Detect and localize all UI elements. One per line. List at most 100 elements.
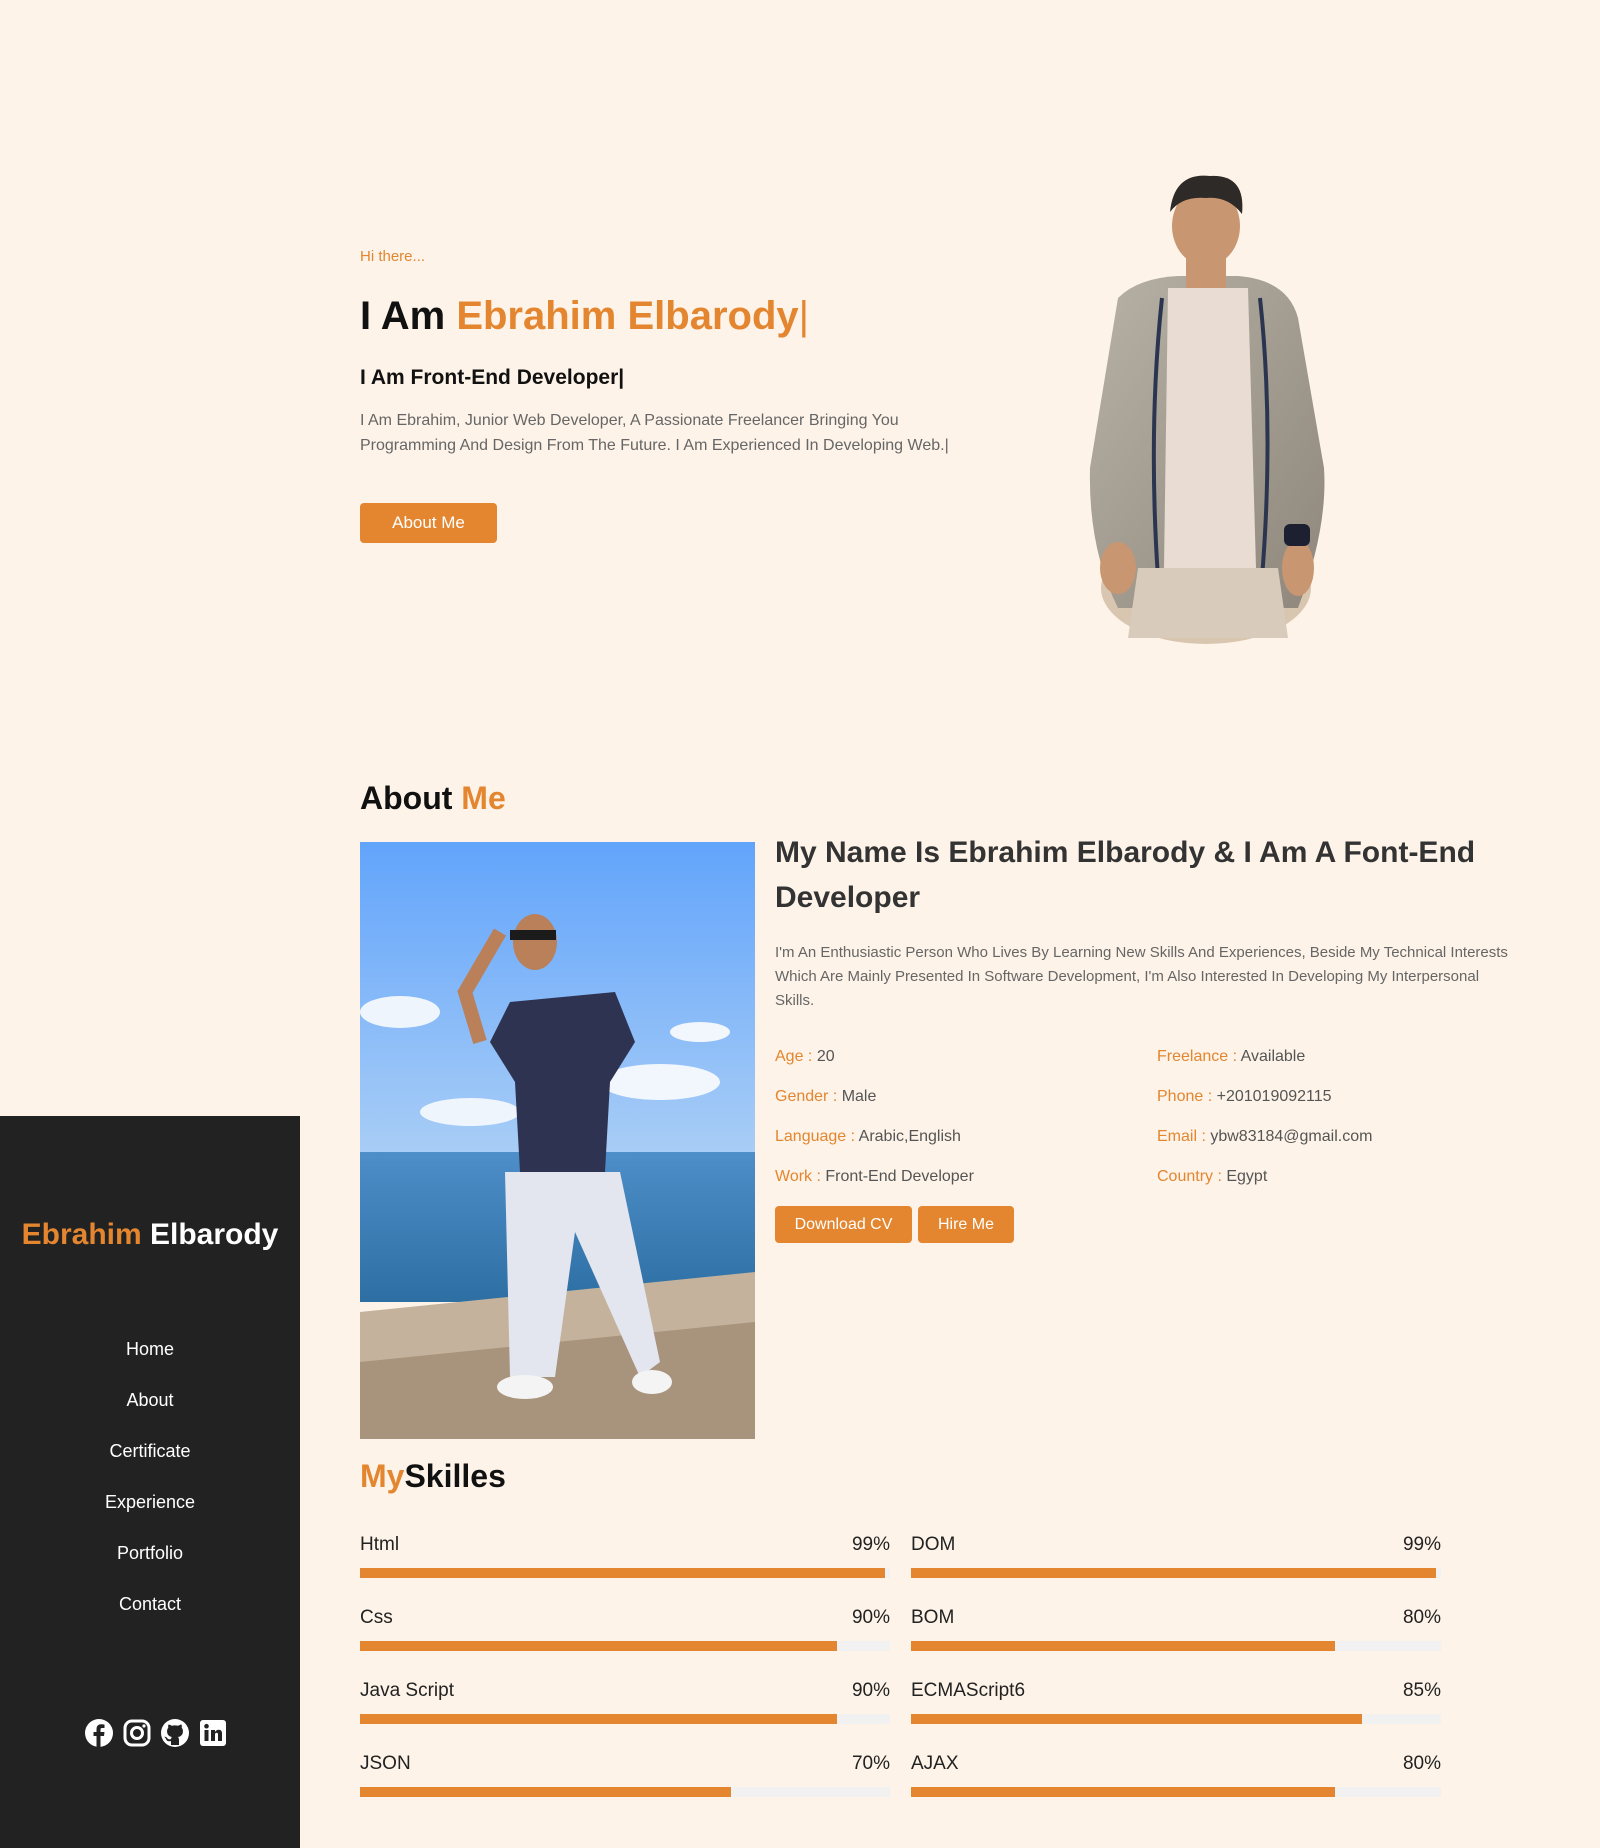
- hero-greeting: Hi there...: [360, 248, 426, 265]
- info-value: Front-End Developer: [825, 1168, 974, 1185]
- skill-percent: 90%: [851, 1607, 890, 1628]
- github-icon[interactable]: [160, 1718, 190, 1748]
- info-freelance: Freelance : Available: [1157, 1048, 1305, 1066]
- skill-progress-track: [911, 1568, 1441, 1578]
- about-photo-image: [360, 842, 755, 1439]
- brand-last-name: Elbarody: [150, 1218, 279, 1251]
- info-key: Language :: [775, 1128, 859, 1145]
- about-heading: My Name Is Ebrahim Elbarody & I Am A Fon…: [775, 836, 1476, 914]
- info-age: Age : 20: [775, 1048, 835, 1066]
- instagram-icon[interactable]: [122, 1718, 152, 1748]
- nav-label: Home: [125, 1339, 174, 1359]
- skill-progress-track: [911, 1714, 1441, 1724]
- skills-title-a: My: [360, 1458, 405, 1494]
- skill-progress-track: [911, 1787, 1441, 1797]
- nav-label: Experience: [104, 1492, 196, 1512]
- skill-progress-track: [360, 1641, 890, 1651]
- skill-progress-fill: [360, 1568, 885, 1578]
- nav-item-about[interactable]: About: [0, 1375, 300, 1426]
- sidebar: Ebrahim Elbarody Home About Certificate …: [0, 1116, 300, 1848]
- social-links: [84, 1718, 228, 1748]
- skill-item: Css 90%: [360, 1607, 890, 1679]
- skill-percent: 99%: [1402, 1534, 1441, 1555]
- sidebar-nav: Home About Certificate Experience Portfo…: [0, 1324, 300, 1630]
- skill-item: JSON 70%: [360, 1753, 890, 1825]
- info-work: Work : Front-End Developer: [775, 1168, 974, 1186]
- skill-percent: 85%: [1402, 1680, 1441, 1701]
- info-value: Male: [841, 1088, 877, 1105]
- info-value: Egypt: [1226, 1168, 1268, 1185]
- skill-progress-fill: [360, 1641, 837, 1651]
- skill-name: ECMAScript6: [911, 1680, 1026, 1701]
- info-key: Freelance :: [1157, 1048, 1241, 1065]
- skill-progress-fill: [360, 1787, 731, 1797]
- facebook-icon[interactable]: [84, 1718, 114, 1748]
- info-key: Work :: [775, 1168, 826, 1185]
- info-phone: Phone : +201019092115: [1157, 1088, 1332, 1106]
- info-value: +201019092115: [1216, 1088, 1332, 1105]
- hero-subtitle: I Am Front-End Developer|: [360, 366, 625, 389]
- nav-item-home[interactable]: Home: [0, 1324, 300, 1375]
- nav-item-contact[interactable]: Contact: [0, 1579, 300, 1630]
- brand-first-name: Ebrahim: [21, 1218, 142, 1251]
- linkedin-icon[interactable]: [198, 1718, 228, 1748]
- about-title-b: Me: [461, 780, 506, 816]
- hero-description: I Am Ebrahim, Junior Web Developer, A Pa…: [360, 412, 949, 454]
- skill-progress-fill: [911, 1568, 1436, 1578]
- about-title-a: About: [360, 780, 462, 816]
- nav-item-certificate[interactable]: Certificate: [0, 1426, 300, 1477]
- about-text: I'm An Enthusiastic Person Who Lives By …: [775, 944, 1508, 1009]
- skill-name: Html: [360, 1534, 400, 1555]
- info-language: Language : Arabic,English: [775, 1128, 961, 1146]
- skill-percent: 99%: [851, 1534, 890, 1555]
- skill-name: DOM: [911, 1534, 956, 1555]
- typing-cursor: |: [798, 294, 810, 338]
- hero-title-name: Ebrahim Elbarody: [456, 294, 799, 338]
- about-me-button[interactable]: About Me: [360, 503, 497, 543]
- info-key: Gender :: [775, 1088, 842, 1105]
- skill-item: Java Script 90%: [360, 1680, 890, 1752]
- skill-progress-fill: [911, 1714, 1362, 1724]
- skill-item: Html 99%: [360, 1534, 890, 1606]
- info-gender: Gender : Male: [775, 1088, 876, 1106]
- skill-progress-fill: [911, 1641, 1335, 1651]
- skill-percent: 90%: [851, 1680, 890, 1701]
- info-key: Phone :: [1157, 1088, 1217, 1105]
- skill-name: JSON: [360, 1753, 411, 1774]
- skill-progress-fill: [911, 1787, 1335, 1797]
- skill-item: AJAX 80%: [911, 1753, 1441, 1825]
- info-value: Available: [1240, 1048, 1306, 1065]
- info-value: Arabic,English: [858, 1128, 961, 1145]
- skill-progress-fill: [360, 1714, 837, 1724]
- skills-title-b: Skilles: [404, 1458, 506, 1494]
- hero-title-prefix: I Am: [360, 294, 457, 338]
- nav-label: Contact: [118, 1594, 182, 1614]
- skill-name: AJAX: [911, 1753, 959, 1774]
- nav-item-portfolio[interactable]: Portfolio: [0, 1528, 300, 1579]
- nav-item-experience[interactable]: Experience: [0, 1477, 300, 1528]
- info-key: Country :: [1157, 1168, 1227, 1185]
- skill-item: BOM 80%: [911, 1607, 1441, 1679]
- hero-title: I Am Ebrahim Elbarody|: [360, 294, 809, 339]
- info-email: Email : ybw83184@gmail.com: [1157, 1128, 1372, 1146]
- sidebar-brand[interactable]: Ebrahim Elbarody: [0, 1218, 300, 1252]
- skill-name: Css: [360, 1607, 393, 1628]
- download-cv-button[interactable]: Download CV: [775, 1206, 912, 1243]
- skill-percent: 70%: [851, 1753, 890, 1774]
- skill-progress-track: [911, 1641, 1441, 1651]
- skill-name: Java Script: [360, 1680, 454, 1701]
- info-value: ybw83184@gmail.com: [1210, 1128, 1373, 1145]
- skill-percent: 80%: [1402, 1753, 1441, 1774]
- nav-label: Certificate: [109, 1441, 191, 1461]
- hire-me-button[interactable]: Hire Me: [918, 1206, 1014, 1243]
- nav-label: About: [126, 1390, 174, 1410]
- about-section-title: About Me: [360, 780, 506, 817]
- info-key: Email :: [1157, 1128, 1211, 1145]
- nav-label: Portfolio: [116, 1543, 184, 1563]
- skill-name: BOM: [911, 1607, 955, 1628]
- info-key: Age :: [775, 1048, 817, 1065]
- skill-progress-track: [360, 1787, 890, 1797]
- info-value: 20: [816, 1048, 835, 1065]
- skills-section-title: MySkilles: [360, 1458, 506, 1495]
- skill-progress-track: [360, 1568, 890, 1578]
